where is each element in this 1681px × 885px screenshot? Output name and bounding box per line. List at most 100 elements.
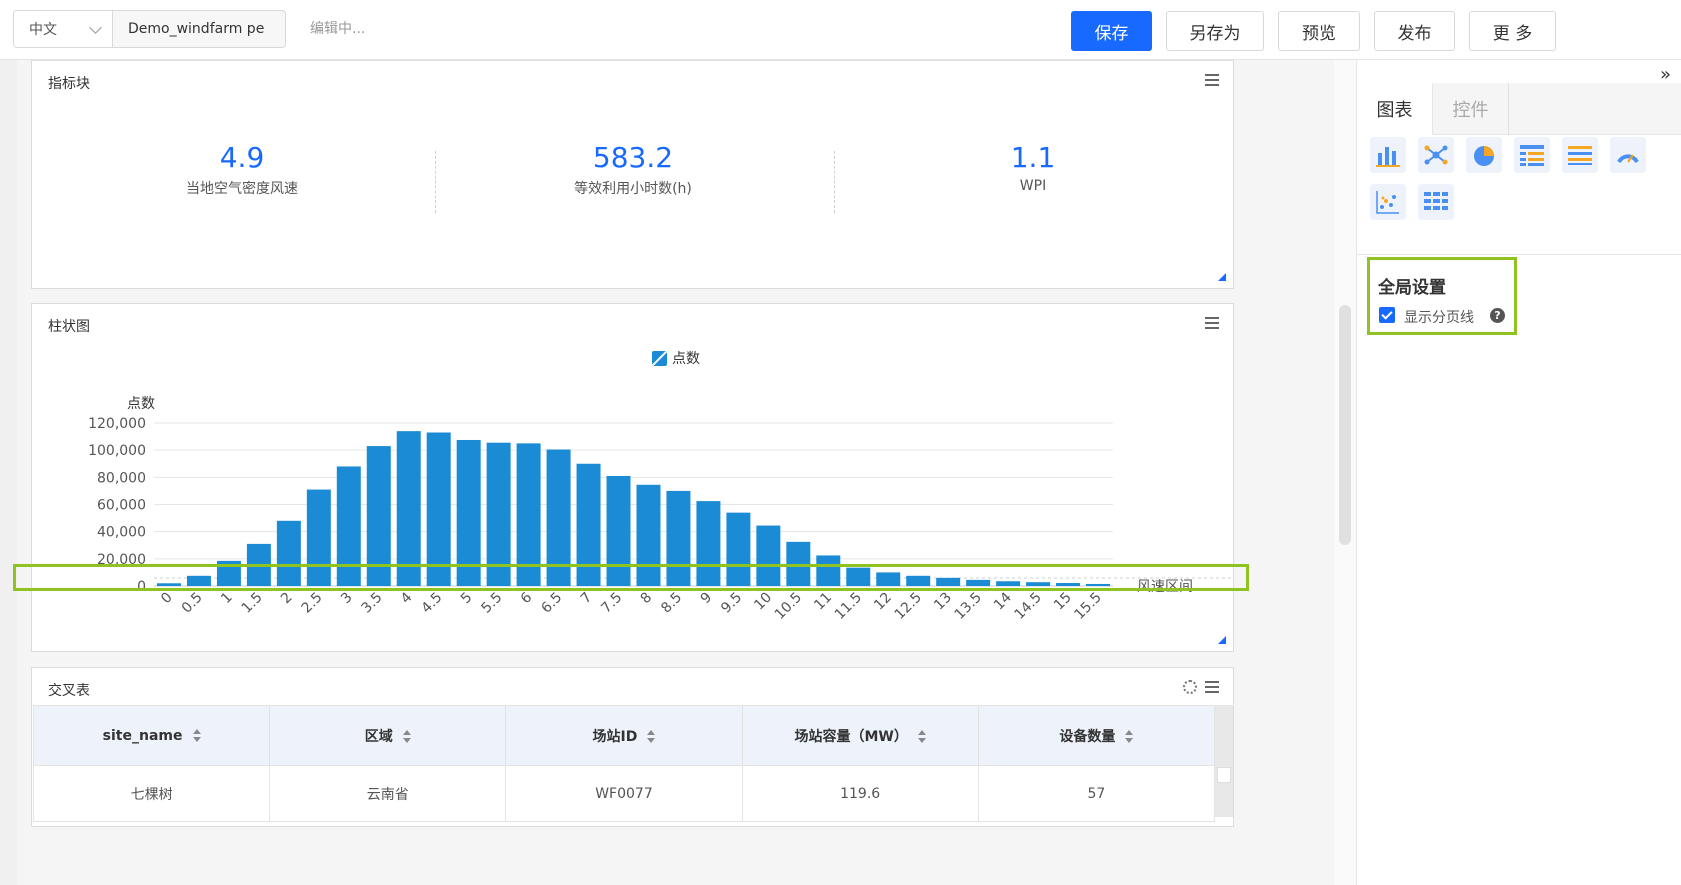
striped-table-icon[interactable] <box>1562 137 1598 173</box>
more-button[interactable]: 更 多 <box>1469 11 1556 51</box>
column-header[interactable]: 设备数量 <box>977 705 1216 766</box>
table-cell: 云南省 <box>269 765 507 822</box>
y-tick-label: 100,000 <box>88 443 146 459</box>
y-tick-label: 40,000 <box>97 525 146 541</box>
sort-icon[interactable] <box>647 730 656 743</box>
grid-table-icon[interactable] <box>1418 184 1454 220</box>
kpi-card[interactable]: 指标块 4.9 当地空气密度风速 583.2 等效利用小时数(h) 1.1 WP… <box>31 60 1234 289</box>
global-settings-title: 全局设置 <box>1378 278 1446 298</box>
collapse-panel-icon[interactable]: » <box>1660 64 1671 85</box>
pie-chart-icon[interactable] <box>1466 137 1502 173</box>
resize-handle[interactable] <box>1218 636 1226 644</box>
x-tick-label: 3 <box>338 590 356 608</box>
scatter-plot-icon[interactable] <box>1370 184 1406 220</box>
panel-tabs: 图表 控件 <box>1357 83 1681 135</box>
column-header[interactable]: 场站容量（MW） <box>741 705 979 766</box>
kpi-item: 583.2 等效利用小时数(h) <box>423 142 843 198</box>
x-tick-label: 11 <box>811 590 835 614</box>
kpi-item: 4.9 当地空气密度风速 <box>32 141 452 198</box>
gauge-icon[interactable] <box>1610 137 1646 173</box>
kpi-item: 1.1 WPI <box>823 142 1243 194</box>
x-tick-label: 2.5 <box>299 590 326 617</box>
help-icon[interactable]: ? <box>1490 308 1505 323</box>
chevron-down-icon <box>89 21 102 34</box>
kpi-label: 等效利用小时数(h) <box>574 180 692 197</box>
column-header-label: 场站ID <box>592 728 638 745</box>
show-page-line-checkbox[interactable] <box>1379 307 1395 323</box>
right-panel: » 图表 控件 全局设置 显示分页线 ? <box>1356 60 1681 885</box>
column-header[interactable]: 场站ID <box>505 705 743 766</box>
x-tick-label: 12.5 <box>892 590 925 623</box>
left-gutter <box>0 60 17 885</box>
x-tick-label: 5 <box>458 590 476 608</box>
x-tick-label: 9 <box>698 590 716 608</box>
scatter-network-icon[interactable] <box>1418 137 1454 173</box>
axis-highlight-box <box>13 564 1249 591</box>
table-cell: 七棵树 <box>32 765 271 822</box>
sort-icon[interactable] <box>917 730 926 743</box>
x-tick-label: 14 <box>991 589 1015 613</box>
language-select-value: 中文 <box>29 22 57 38</box>
x-tick-label: 8 <box>638 590 656 608</box>
save-as-button[interactable]: 另存为 <box>1166 11 1264 51</box>
sort-icon[interactable] <box>192 729 201 742</box>
table-cell: 119.6 <box>741 765 979 822</box>
top-toolbar: 中文 Demo_windfarm pe 编辑中... 保存 另存为 预览 发布 … <box>0 0 1681 60</box>
kpi-card-title: 指标块 <box>48 76 90 92</box>
y-axis-title: 点数 <box>127 396 155 412</box>
sort-icon[interactable] <box>1125 730 1134 743</box>
menu-icon[interactable] <box>1205 681 1219 693</box>
x-tick-label: 7 <box>578 590 596 608</box>
list-table-icon[interactable] <box>1514 137 1550 173</box>
report-name-value: Demo_windfarm pe <box>128 21 265 37</box>
kpi-value: 4.9 <box>219 141 265 174</box>
bar-chart-card[interactable]: 柱状图 点数 0 20,000 40,000 60,000 80,000 100,000 1… <box>31 303 1234 652</box>
sort-icon[interactable] <box>402 730 411 743</box>
bar-chart-icon[interactable] <box>1370 137 1406 173</box>
x-tick-label: 6.5 <box>538 590 565 617</box>
x-tick-label: 3.5 <box>359 590 386 617</box>
language-select[interactable]: 中文 <box>13 10 113 48</box>
x-tick-label: 15.5 <box>1071 590 1104 623</box>
x-tick-label: 15 <box>1051 590 1075 614</box>
x-tick-label: 1 <box>218 590 236 608</box>
save-button[interactable]: 保存 <box>1071 11 1152 51</box>
show-page-line-label[interactable]: 显示分页线 <box>1404 307 1474 327</box>
table-row[interactable]: 七棵树 云南省 WF0077 119.6 57 <box>32 765 1216 822</box>
y-tick-label: 120,000 <box>88 416 146 432</box>
x-tick-label: 0 <box>158 590 176 608</box>
x-tick-label: 7.5 <box>598 590 625 617</box>
kpi-label: WPI <box>1019 177 1047 194</box>
canvas-scrollbar-thumb[interactable] <box>1339 305 1351 545</box>
preview-button[interactable]: 预览 <box>1278 11 1360 51</box>
y-tick-label: 60,000 <box>97 498 146 514</box>
x-tick-label: 12 <box>871 590 895 614</box>
table-scrollbar[interactable] <box>1215 705 1233 817</box>
x-tick-label: 0.5 <box>179 590 206 617</box>
x-tick-label: 1.5 <box>239 590 266 617</box>
report-name-field[interactable]: Demo_windfarm pe <box>113 10 286 48</box>
tab-charts[interactable]: 图表 <box>1357 83 1433 135</box>
x-tick-label: 10.5 <box>772 590 805 623</box>
resize-handle[interactable] <box>1218 273 1226 281</box>
tab-controls[interactable]: 控件 <box>1433 83 1509 135</box>
column-header[interactable]: 区域 <box>269 705 507 766</box>
table-scrollbar-thumb[interactable] <box>1217 767 1231 783</box>
publish-button[interactable]: 发布 <box>1374 11 1455 51</box>
bar <box>396 431 421 586</box>
column-header[interactable]: site_name <box>32 705 271 766</box>
kpi-label: 当地空气密度风速 <box>186 180 298 197</box>
bar <box>426 432 451 586</box>
x-tick-label: 2 <box>278 590 296 608</box>
gear-icon[interactable] <box>1183 680 1197 694</box>
x-tick-label: 8.5 <box>658 590 685 617</box>
table-cell: WF0077 <box>505 765 743 822</box>
cross-table: site_name 区域 场站ID 场站容量（MW） 设备数量 七棵树 云南省 … <box>32 705 1216 822</box>
x-tick-label: 9.5 <box>718 590 745 617</box>
global-settings-section: 全局设置 显示分页线 ? <box>1367 257 1517 335</box>
menu-icon[interactable] <box>1205 74 1219 86</box>
y-tick-label: 80,000 <box>97 470 146 486</box>
table-cell: 57 <box>977 765 1216 822</box>
x-tick-label: 11.5 <box>832 590 865 623</box>
cross-table-card-title: 交叉表 <box>48 683 90 699</box>
